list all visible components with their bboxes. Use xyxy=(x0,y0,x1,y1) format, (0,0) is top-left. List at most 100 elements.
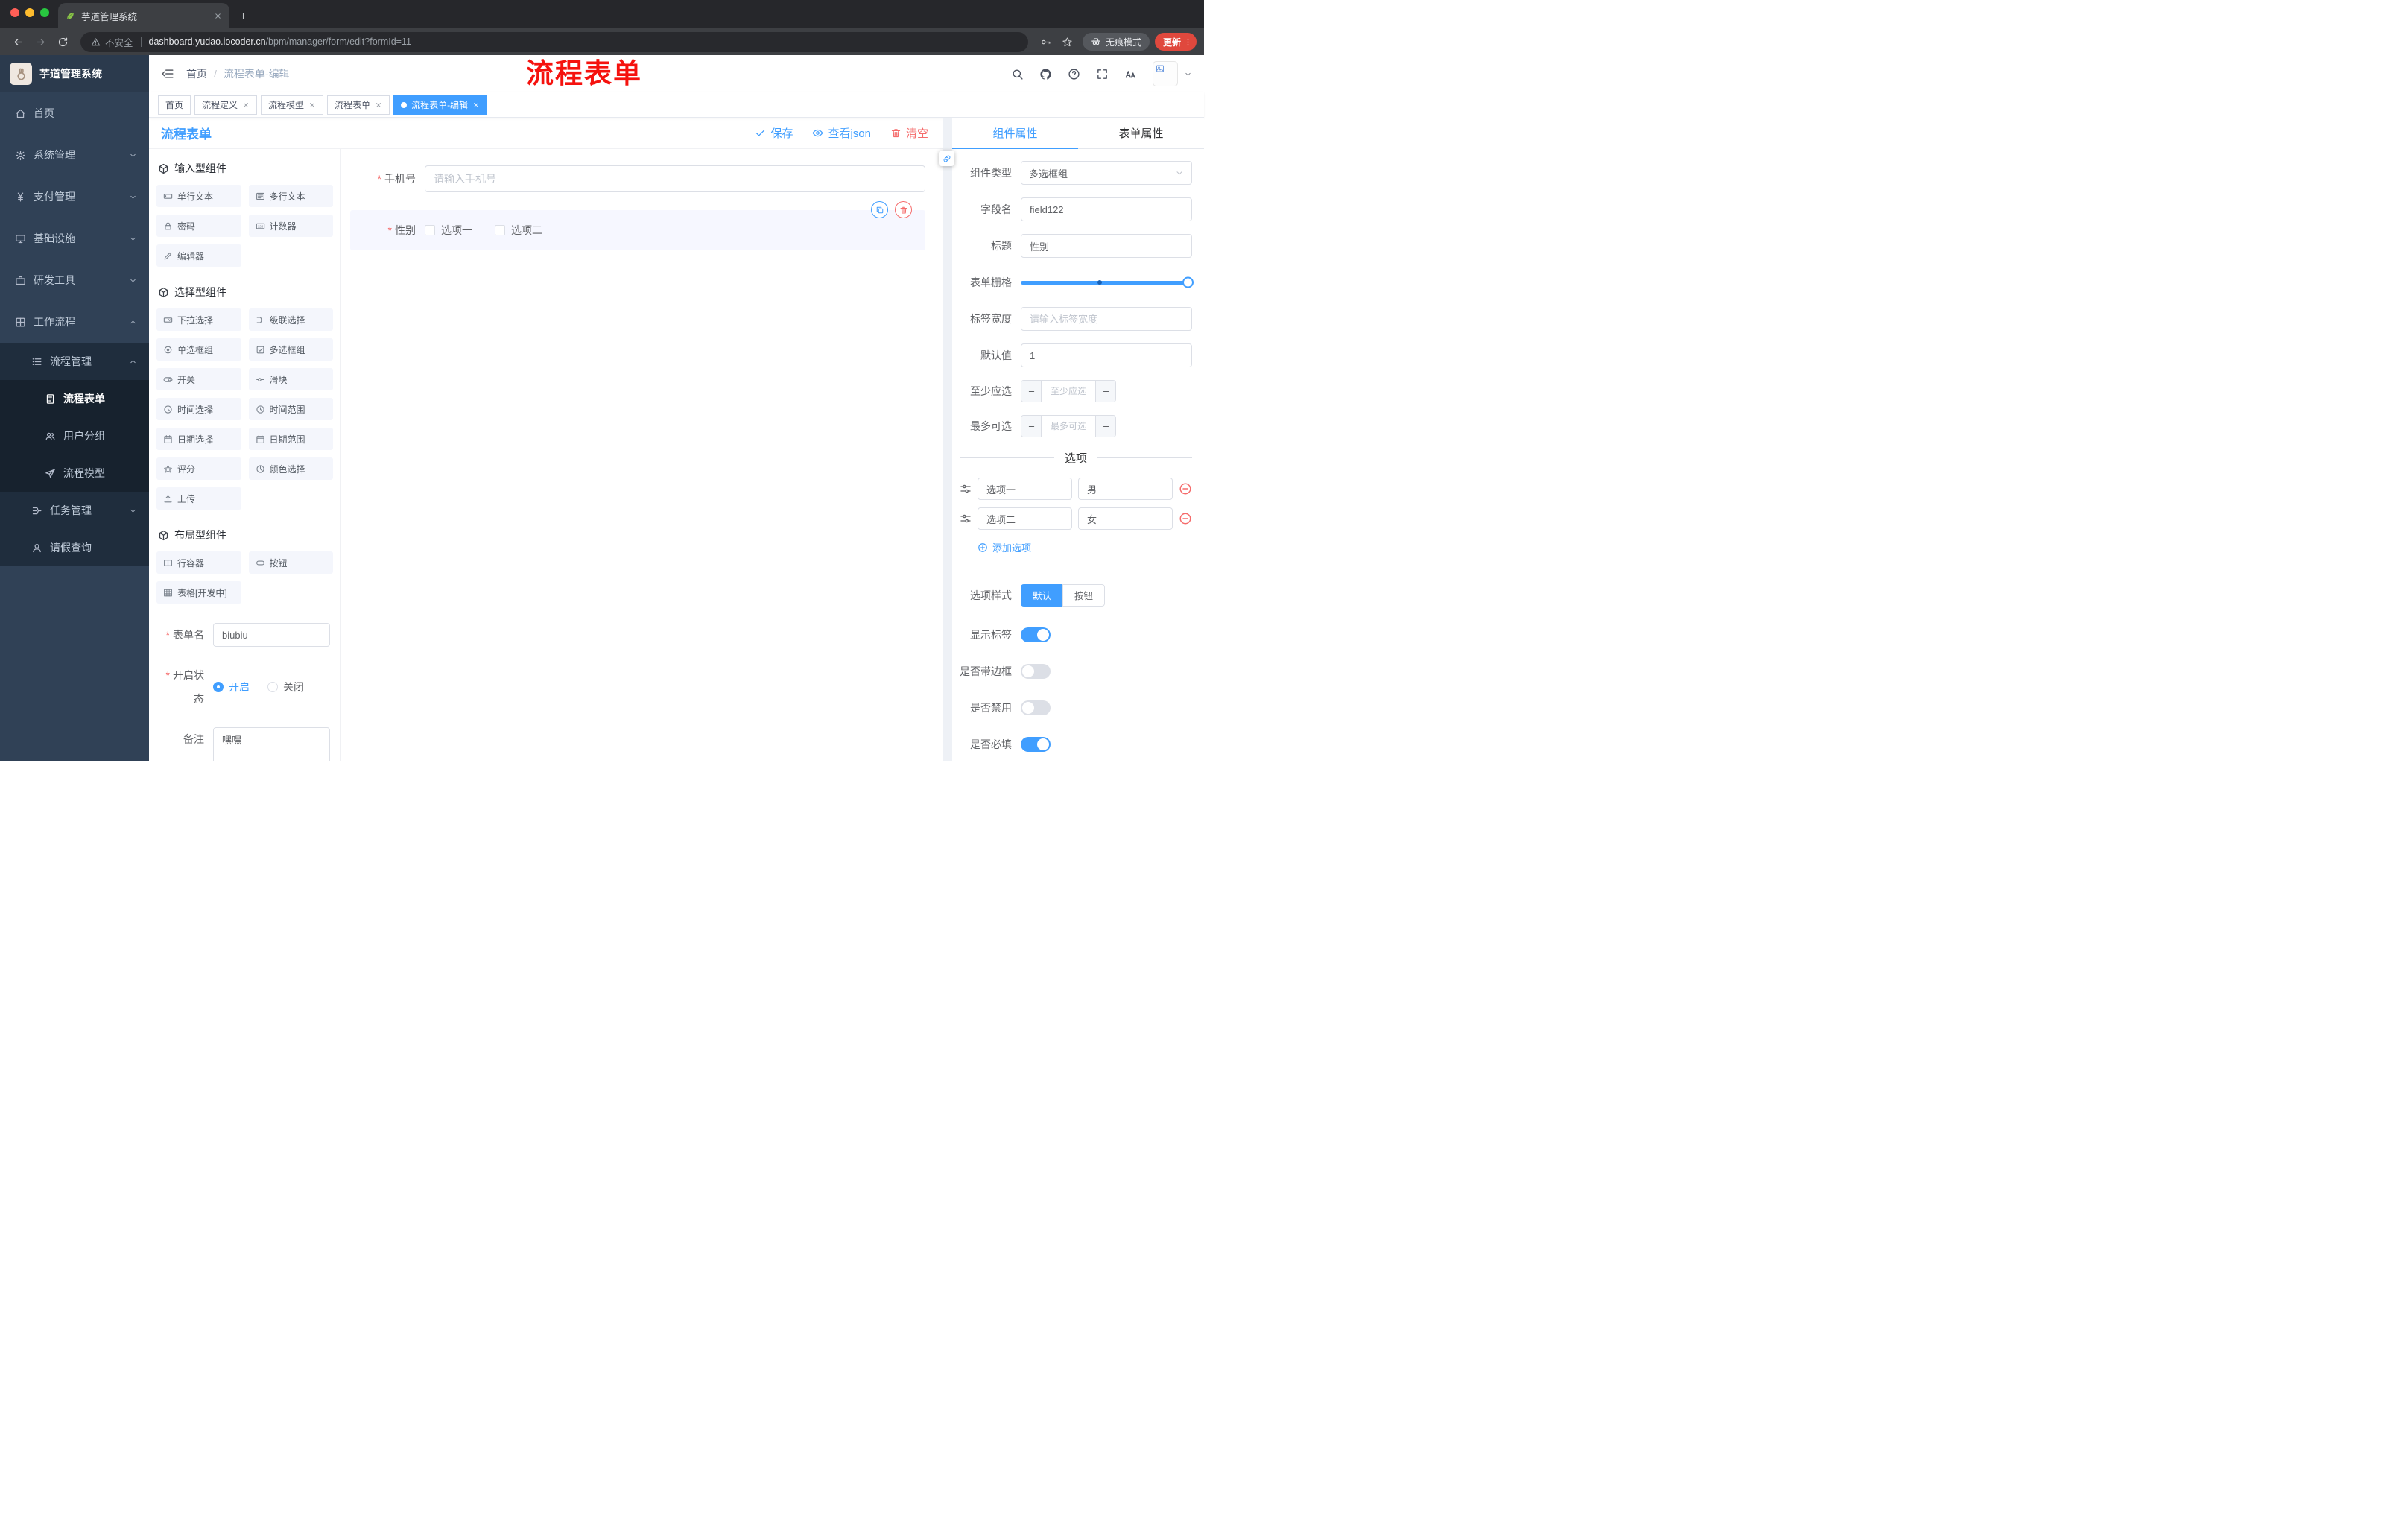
max-select-input[interactable] xyxy=(1042,416,1095,437)
forward-button[interactable] xyxy=(30,31,51,52)
required-toggle[interactable] xyxy=(1021,736,1051,752)
sidebar-item-process-management[interactable]: 流程管理 xyxy=(0,343,149,380)
palette-item-row-container[interactable]: 行容器 xyxy=(156,551,241,574)
github-icon[interactable] xyxy=(1039,68,1052,80)
tab-component-props[interactable]: 组件属性 xyxy=(952,118,1078,149)
drag-handle-icon[interactable] xyxy=(960,483,972,495)
palette-item-checkbox-group[interactable]: 多选框组 xyxy=(248,338,333,361)
link-icon[interactable] xyxy=(939,151,954,166)
phone-input[interactable] xyxy=(425,165,925,192)
palette-item-date-picker[interactable]: 日期选择 xyxy=(156,428,241,450)
sidebar-item-workflow[interactable]: 工作流程 xyxy=(0,301,149,343)
clear-button[interactable]: 清空 xyxy=(890,125,928,141)
show-label-toggle[interactable] xyxy=(1021,627,1051,642)
password-key-icon[interactable] xyxy=(1036,37,1056,48)
slider-handle[interactable] xyxy=(1182,276,1194,288)
remove-option-icon[interactable] xyxy=(1179,482,1192,495)
form-canvas[interactable]: 手机号 性别 选项一 选项二 xyxy=(341,149,943,762)
font-size-icon[interactable] xyxy=(1124,68,1137,80)
fullscreen-icon[interactable] xyxy=(1096,68,1109,80)
sidebar-item-payment[interactable]: 支付管理 xyxy=(0,176,149,218)
update-button[interactable]: 更新 xyxy=(1154,33,1197,51)
min-select-stepper[interactable] xyxy=(1021,380,1116,402)
reload-button[interactable] xyxy=(52,31,73,52)
tag-home[interactable]: 首页 xyxy=(158,95,191,115)
close-window-button[interactable] xyxy=(10,8,19,17)
sidebar-toggle-icon[interactable] xyxy=(161,67,174,80)
avatar-caret-icon[interactable] xyxy=(1184,70,1192,78)
default-value-input[interactable] xyxy=(1021,343,1192,367)
remove-option-icon[interactable] xyxy=(1179,512,1192,525)
breadcrumb-home[interactable]: 首页 xyxy=(186,66,207,81)
sidebar-item-process-model[interactable]: 流程模型 xyxy=(0,455,149,492)
window-controls[interactable] xyxy=(6,3,58,28)
palette-item-slider[interactable]: 滑块 xyxy=(248,368,333,390)
increase-icon[interactable] xyxy=(1095,416,1115,437)
new-tab-button[interactable] xyxy=(238,11,248,21)
option-label-input[interactable] xyxy=(978,507,1072,530)
tag-process-form[interactable]: 流程表单 xyxy=(327,95,390,115)
back-button[interactable] xyxy=(7,31,28,52)
palette-item-select[interactable]: 下拉选择 xyxy=(156,308,241,331)
option-value-input[interactable] xyxy=(1078,478,1173,500)
option-value-input[interactable] xyxy=(1078,507,1173,530)
close-tag-icon[interactable] xyxy=(375,101,382,109)
title-input[interactable] xyxy=(1021,234,1192,258)
close-tag-icon[interactable] xyxy=(308,101,316,109)
palette-item-date-range[interactable]: 日期范围 xyxy=(248,428,333,450)
palette-item-counter[interactable]: 计数器 xyxy=(248,215,333,237)
decrease-icon[interactable] xyxy=(1021,381,1042,402)
status-on-radio[interactable]: 开启 xyxy=(213,680,250,694)
sidebar-item-leave-query[interactable]: 请假查询 xyxy=(0,529,149,566)
label-width-input[interactable] xyxy=(1021,307,1192,331)
browser-menu-icon[interactable] xyxy=(1183,37,1193,47)
address-bar[interactable]: 不安全 dashboard.yudao.iocoder.cn /bpm/mana… xyxy=(80,31,1028,52)
browser-tab[interactable]: 芋道管理系统 xyxy=(58,3,229,28)
palette-item-time-picker[interactable]: 时间选择 xyxy=(156,398,241,420)
palette-item-upload[interactable]: 上传 xyxy=(156,487,241,510)
status-off-radio[interactable]: 关闭 xyxy=(267,680,304,694)
palette-item-time-range[interactable]: 时间范围 xyxy=(248,398,333,420)
palette-item-password[interactable]: 密码 xyxy=(156,215,241,237)
close-tag-icon[interactable] xyxy=(242,101,250,109)
sidebar-item-task-management[interactable]: 任务管理 xyxy=(0,492,149,529)
remark-textarea[interactable]: 嘿嘿 xyxy=(213,727,330,762)
with-border-toggle[interactable] xyxy=(1021,663,1051,679)
palette-item-rate[interactable]: 评分 xyxy=(156,457,241,480)
palette-item-color-picker[interactable]: 颜色选择 xyxy=(248,457,333,480)
sidebar-item-process-form[interactable]: 流程表单 xyxy=(0,380,149,417)
drag-handle-icon[interactable] xyxy=(960,513,972,525)
close-tab-icon[interactable] xyxy=(214,12,222,20)
canvas-field-gender[interactable]: 性别 选项一 选项二 xyxy=(350,201,925,250)
zoom-window-button[interactable] xyxy=(40,8,49,17)
sidebar-item-infrastructure[interactable]: 基础设施 xyxy=(0,218,149,259)
component-type-select[interactable]: 多选框组 xyxy=(1021,161,1192,185)
copy-component-button[interactable] xyxy=(871,201,888,218)
checkbox[interactable] xyxy=(425,225,435,235)
canvas-field-phone[interactable]: 手机号 xyxy=(350,165,925,192)
minimize-window-button[interactable] xyxy=(25,8,34,17)
field-name-input[interactable] xyxy=(1021,197,1192,221)
sidebar-item-system[interactable]: 系统管理 xyxy=(0,134,149,176)
palette-item-multi-text[interactable]: 多行文本 xyxy=(248,185,333,207)
avatar[interactable] xyxy=(1153,61,1178,86)
palette-item-table[interactable]: 表格[开发中] xyxy=(156,581,241,604)
palette-item-switch[interactable]: 开关 xyxy=(156,368,241,390)
bookmark-star-icon[interactable] xyxy=(1057,37,1077,48)
save-button[interactable]: 保存 xyxy=(755,125,793,141)
style-default-button[interactable]: 默认 xyxy=(1021,583,1064,607)
palette-item-single-text[interactable]: 单行文本 xyxy=(156,185,241,207)
sidebar-item-home[interactable]: 首页 xyxy=(0,92,149,134)
sidebar-item-user-group[interactable]: 用户分组 xyxy=(0,417,149,455)
sidebar-item-devtools[interactable]: 研发工具 xyxy=(0,259,149,301)
palette-item-radio-group[interactable]: 单选框组 xyxy=(156,338,241,361)
view-json-button[interactable]: 查看json xyxy=(812,125,871,141)
gender-option-2[interactable]: 选项二 xyxy=(495,223,542,238)
increase-icon[interactable] xyxy=(1095,381,1115,402)
close-tag-icon[interactable] xyxy=(472,101,480,109)
gender-option-1[interactable]: 选项一 xyxy=(425,223,472,238)
tag-process-form-edit[interactable]: 流程表单-编辑 xyxy=(393,95,488,115)
min-select-input[interactable] xyxy=(1042,381,1095,402)
tag-process-model[interactable]: 流程模型 xyxy=(261,95,324,115)
palette-item-cascader[interactable]: 级联选择 xyxy=(248,308,333,331)
